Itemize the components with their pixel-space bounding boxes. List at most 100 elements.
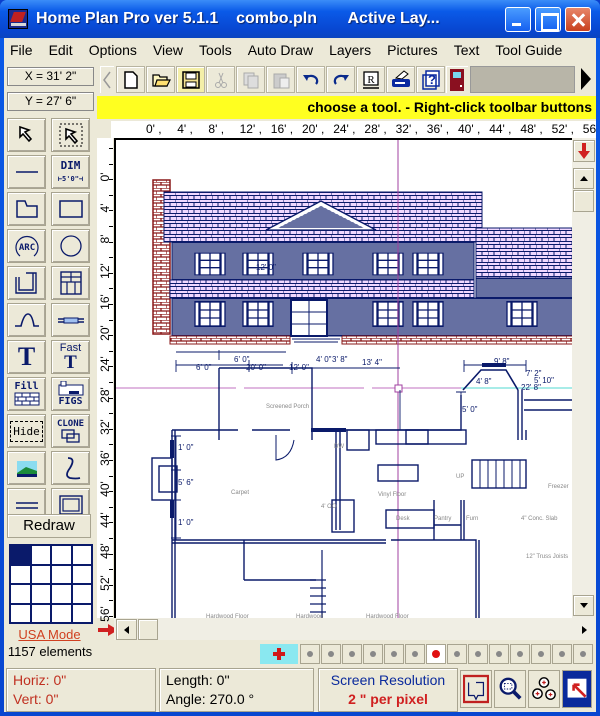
- layer-button[interactable]: [405, 644, 425, 664]
- tool-polygon[interactable]: [7, 192, 46, 226]
- grid-cell[interactable]: [72, 546, 91, 564]
- menu-pictures[interactable]: Pictures: [379, 42, 446, 58]
- menu-tool-guide[interactable]: Tool Guide: [487, 42, 570, 58]
- tool-select-arrow[interactable]: [7, 118, 46, 152]
- vruler-tick: [109, 148, 113, 149]
- grid-cell[interactable]: [52, 565, 71, 583]
- layer-button[interactable]: [300, 644, 320, 664]
- exit-button[interactable]: [446, 66, 468, 93]
- menu-options[interactable]: Options: [81, 42, 145, 58]
- layer-button[interactable]: [573, 644, 593, 664]
- add-layer-button[interactable]: [260, 644, 298, 664]
- layer-grid[interactable]: [9, 544, 93, 624]
- scroll-down-button[interactable]: [573, 595, 594, 616]
- tool-picture[interactable]: [7, 451, 46, 485]
- horizontal-scroll-thumb[interactable]: [138, 619, 158, 640]
- vruler-tick: [109, 553, 113, 555]
- help-button[interactable]: ?: [416, 66, 445, 93]
- menu-file[interactable]: File: [4, 42, 41, 58]
- tool-window[interactable]: [51, 303, 90, 337]
- usa-mode-link[interactable]: USA Mode: [7, 627, 92, 642]
- menu-view[interactable]: View: [145, 42, 191, 58]
- vruler-tick-label: 8': [98, 234, 112, 244]
- horizontal-scrollbar[interactable]: [114, 618, 596, 640]
- tool-arc[interactable]: ARC: [7, 229, 46, 263]
- tool-dimension[interactable]: DIM ⊢5'0"⊣: [51, 155, 90, 189]
- tool-fast-text[interactable]: Fast T: [51, 340, 90, 374]
- grid-cell[interactable]: [52, 604, 71, 622]
- zoom-extents-button[interactable]: [562, 670, 592, 708]
- redraw-screen-button[interactable]: R: [356, 66, 385, 93]
- tool-rectangle[interactable]: [51, 192, 90, 226]
- tool-fill[interactable]: Fill: [7, 377, 46, 411]
- tool-hide[interactable]: Hide: [7, 414, 46, 448]
- tool-door[interactable]: [7, 303, 46, 337]
- title-bar[interactable]: Home Plan Pro ver 5.1.1 combo.pln Active…: [0, 0, 600, 38]
- grid-cell[interactable]: [31, 585, 50, 603]
- tool-cabinet[interactable]: [51, 266, 90, 300]
- tool-select-area[interactable]: [51, 118, 90, 152]
- tool-text[interactable]: T: [7, 340, 46, 374]
- menu-edit[interactable]: Edit: [41, 42, 81, 58]
- layer-button[interactable]: [447, 644, 467, 664]
- drawing-canvas[interactable]: 12' 0" 12' 0" 20' 0" 6' 0" 6' 0" 4' 0" 3' 8" 13…: [114, 138, 572, 618]
- tool-circle[interactable]: [51, 229, 90, 263]
- layer-button[interactable]: [321, 644, 341, 664]
- minimize-button[interactable]: [505, 7, 531, 32]
- scroll-up-button[interactable]: [573, 168, 594, 189]
- layer-button-active[interactable]: [426, 644, 446, 664]
- grid-cell[interactable]: [31, 604, 50, 622]
- new-file-button[interactable]: [116, 66, 145, 93]
- layer-button[interactable]: [384, 644, 404, 664]
- undo-button[interactable]: [296, 66, 325, 93]
- cut-button[interactable]: [206, 66, 235, 93]
- grid-cell[interactable]: [11, 565, 30, 583]
- toolbar-scroll-left[interactable]: [100, 66, 114, 93]
- layer-button[interactable]: [363, 644, 383, 664]
- menu-tools[interactable]: Tools: [191, 42, 240, 58]
- layer-button[interactable]: [531, 644, 551, 664]
- grid-cell[interactable]: [52, 585, 71, 603]
- grid-cell[interactable]: [72, 565, 91, 583]
- vertical-scrollbar[interactable]: [572, 138, 596, 618]
- layer-button[interactable]: [489, 644, 509, 664]
- tool-figures[interactable]: FIGS: [51, 377, 90, 411]
- tool-freehand[interactable]: [51, 451, 90, 485]
- tool-line[interactable]: [7, 155, 46, 189]
- grid-cell[interactable]: [52, 546, 71, 564]
- hruler-tick-label: 12' ,: [239, 122, 262, 136]
- layer-button[interactable]: [510, 644, 530, 664]
- menu-auto-draw[interactable]: Auto Draw: [240, 42, 321, 58]
- scroll-left-button[interactable]: [116, 619, 137, 640]
- grid-cell[interactable]: [11, 585, 30, 603]
- open-file-button[interactable]: [146, 66, 175, 93]
- paste-button[interactable]: [266, 66, 295, 93]
- grid-cell-selected[interactable]: [11, 546, 30, 564]
- layer-button[interactable]: [552, 644, 572, 664]
- grid-cell[interactable]: [11, 604, 30, 622]
- scroll-down-marker-button[interactable]: [573, 140, 595, 162]
- layer-button[interactable]: [468, 644, 488, 664]
- copy-button[interactable]: [236, 66, 265, 93]
- maximize-button[interactable]: [535, 7, 561, 32]
- grid-cell[interactable]: [72, 585, 91, 603]
- grid-cell[interactable]: [31, 546, 50, 564]
- toolbar-scroll-right-icon[interactable]: [581, 68, 591, 90]
- tool-clone[interactable]: CLONE: [51, 414, 90, 448]
- grid-cell[interactable]: [31, 565, 50, 583]
- menu-layers[interactable]: Layers: [321, 42, 379, 58]
- save-button[interactable]: [176, 66, 205, 93]
- zoom-fit-button[interactable]: [494, 670, 526, 708]
- close-button[interactable]: [565, 7, 591, 32]
- grid-cell[interactable]: [72, 604, 91, 622]
- scroll-right-button[interactable]: [574, 619, 595, 640]
- layer-button[interactable]: [342, 644, 362, 664]
- redo-button[interactable]: [326, 66, 355, 93]
- zoom-window-button[interactable]: [460, 670, 492, 708]
- print-button[interactable]: [386, 66, 415, 93]
- vertical-scroll-thumb[interactable]: [573, 190, 594, 212]
- tool-wall[interactable]: [7, 266, 46, 300]
- redraw-button[interactable]: Redraw: [7, 514, 91, 538]
- menu-text[interactable]: Text: [446, 42, 488, 58]
- zoom-in-button[interactable]: [528, 670, 560, 708]
